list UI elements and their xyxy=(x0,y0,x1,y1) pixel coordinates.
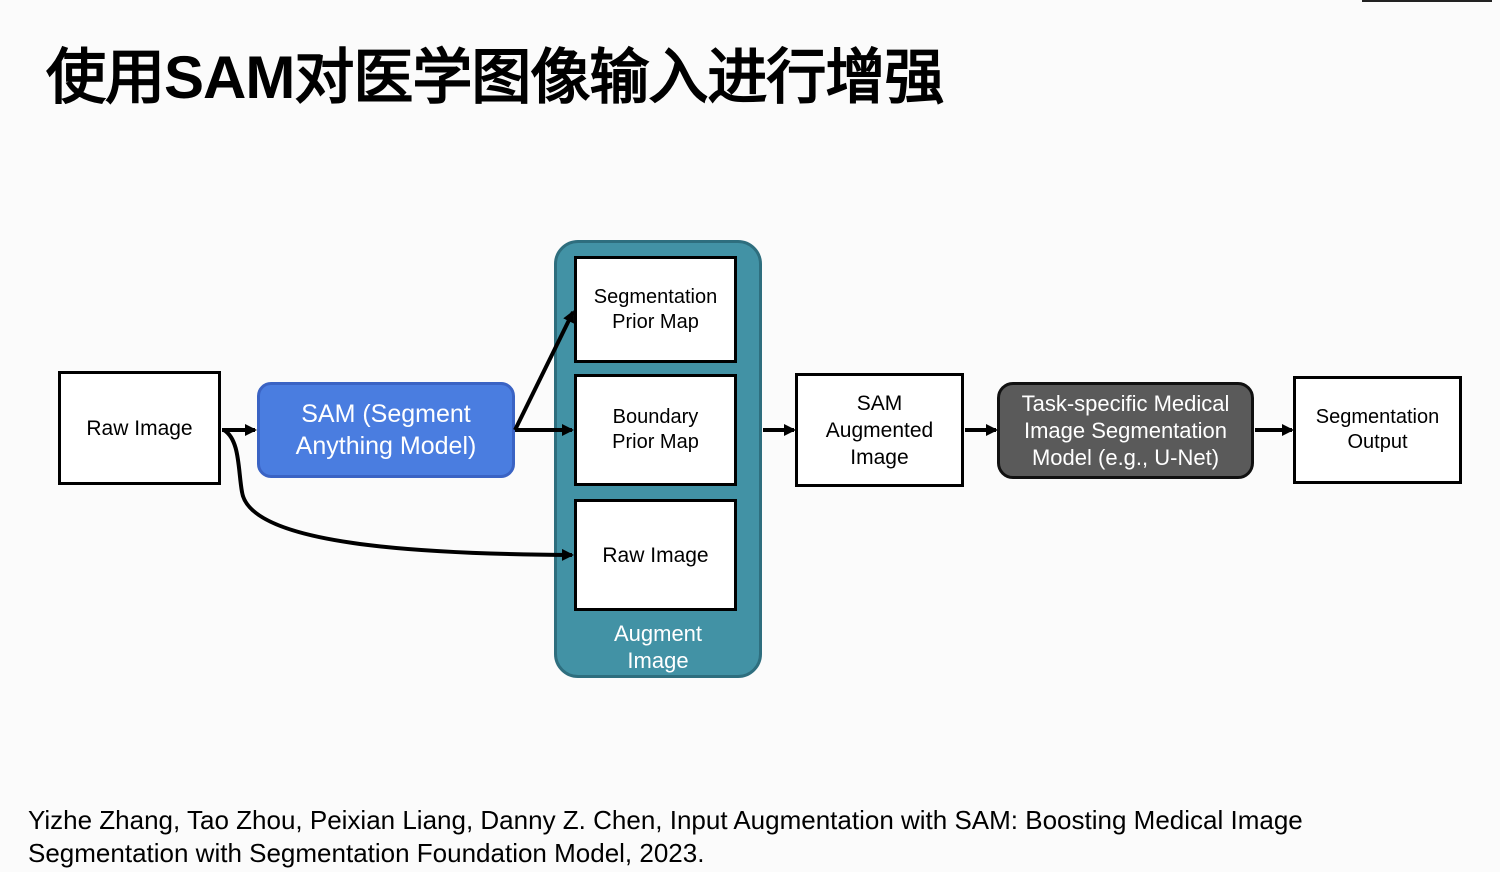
arrow-raw-to-augment-raw xyxy=(222,428,574,561)
citation: Yizhe Zhang, Tao Zhou, Peixian Liang, Da… xyxy=(28,805,1303,868)
diagram-arrows xyxy=(222,310,1294,561)
arrow-sam-to-segmentation-prior xyxy=(513,310,575,431)
